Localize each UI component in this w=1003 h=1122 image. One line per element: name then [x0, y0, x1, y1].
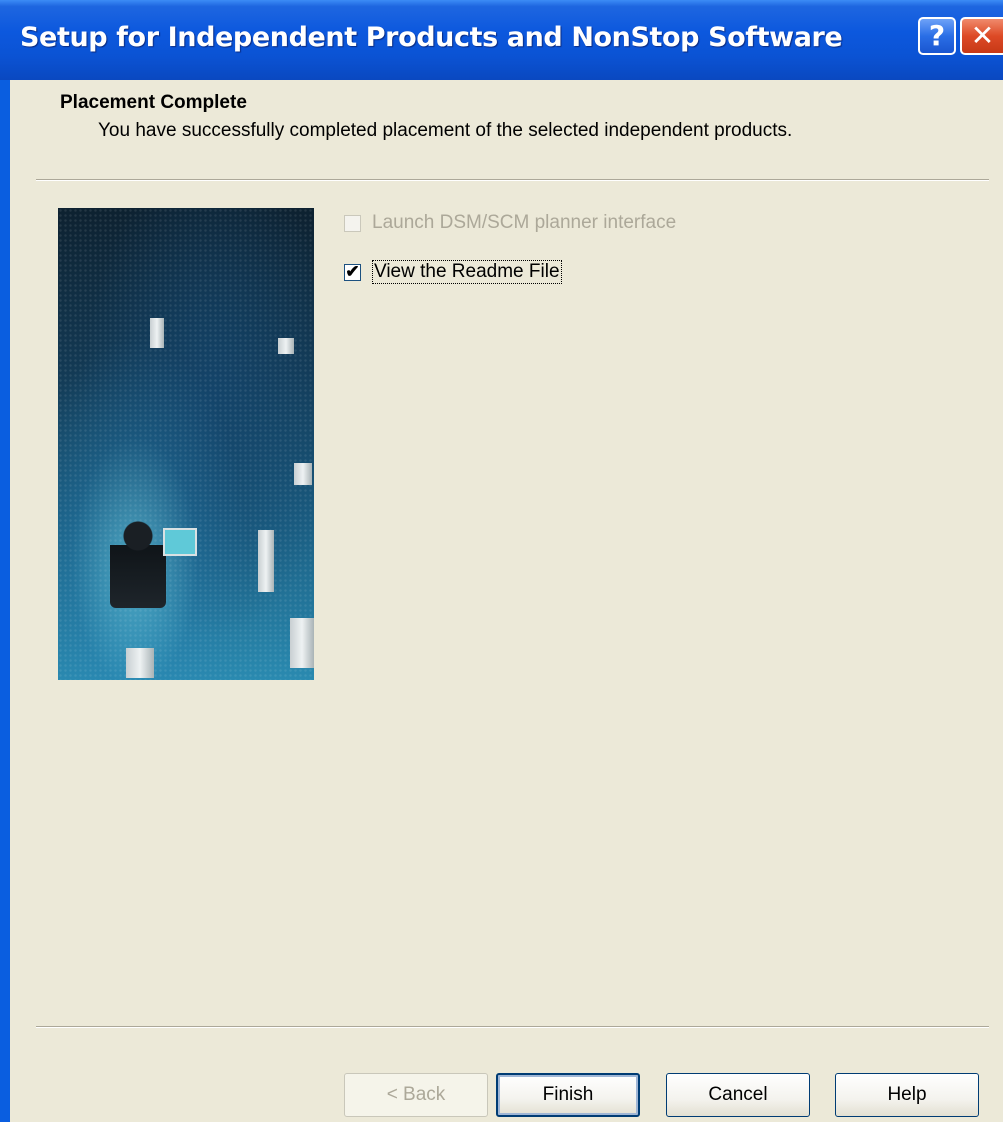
dialog-client-area: Placement Complete You have successfully… [10, 80, 1003, 1122]
view-readme-checkbox[interactable]: ✔ [344, 261, 361, 281]
person-at-computer-graphic [110, 518, 166, 608]
help-question-icon[interactable]: ? [918, 17, 956, 55]
computer-graphic [294, 463, 312, 485]
title-bar[interactable]: Setup for Independent Products and NonSt… [0, 0, 1003, 80]
setup-dialog-window: Setup for Independent Products and NonSt… [0, 0, 1003, 1122]
tower-graphic [258, 530, 274, 592]
page-title: Placement Complete [60, 92, 247, 113]
server-rack-graphic [290, 618, 314, 668]
header-divider [36, 179, 989, 181]
footer-divider [36, 1026, 989, 1028]
view-readme-label[interactable]: View the Readme File [372, 260, 562, 284]
page-subtitle: You have successfully completed placemen… [98, 120, 793, 141]
cancel-button[interactable]: Cancel [666, 1073, 810, 1117]
launch-dsm-scm-option: Launch DSM/SCM planner interface [344, 210, 676, 236]
back-button[interactable]: < Back [344, 1073, 488, 1117]
launch-dsm-scm-label: Launch DSM/SCM planner interface [372, 212, 677, 233]
image-texture [58, 208, 314, 680]
launch-dsm-scm-checkbox [344, 214, 361, 232]
view-readme-option[interactable]: ✔ View the Readme File [344, 259, 562, 285]
help-button[interactable]: Help [835, 1073, 979, 1117]
finish-button[interactable]: Finish [496, 1073, 640, 1117]
window-title: Setup for Independent Products and NonSt… [20, 22, 843, 53]
monitor-screen-graphic [163, 528, 197, 556]
server-graphic [150, 318, 164, 348]
close-icon[interactable]: ✕ [960, 17, 1003, 55]
checkmark-icon: ✔ [345, 261, 360, 281]
monitor-graphic [126, 648, 154, 678]
setup-illustration-image [58, 208, 314, 680]
computer-graphic [278, 338, 294, 354]
